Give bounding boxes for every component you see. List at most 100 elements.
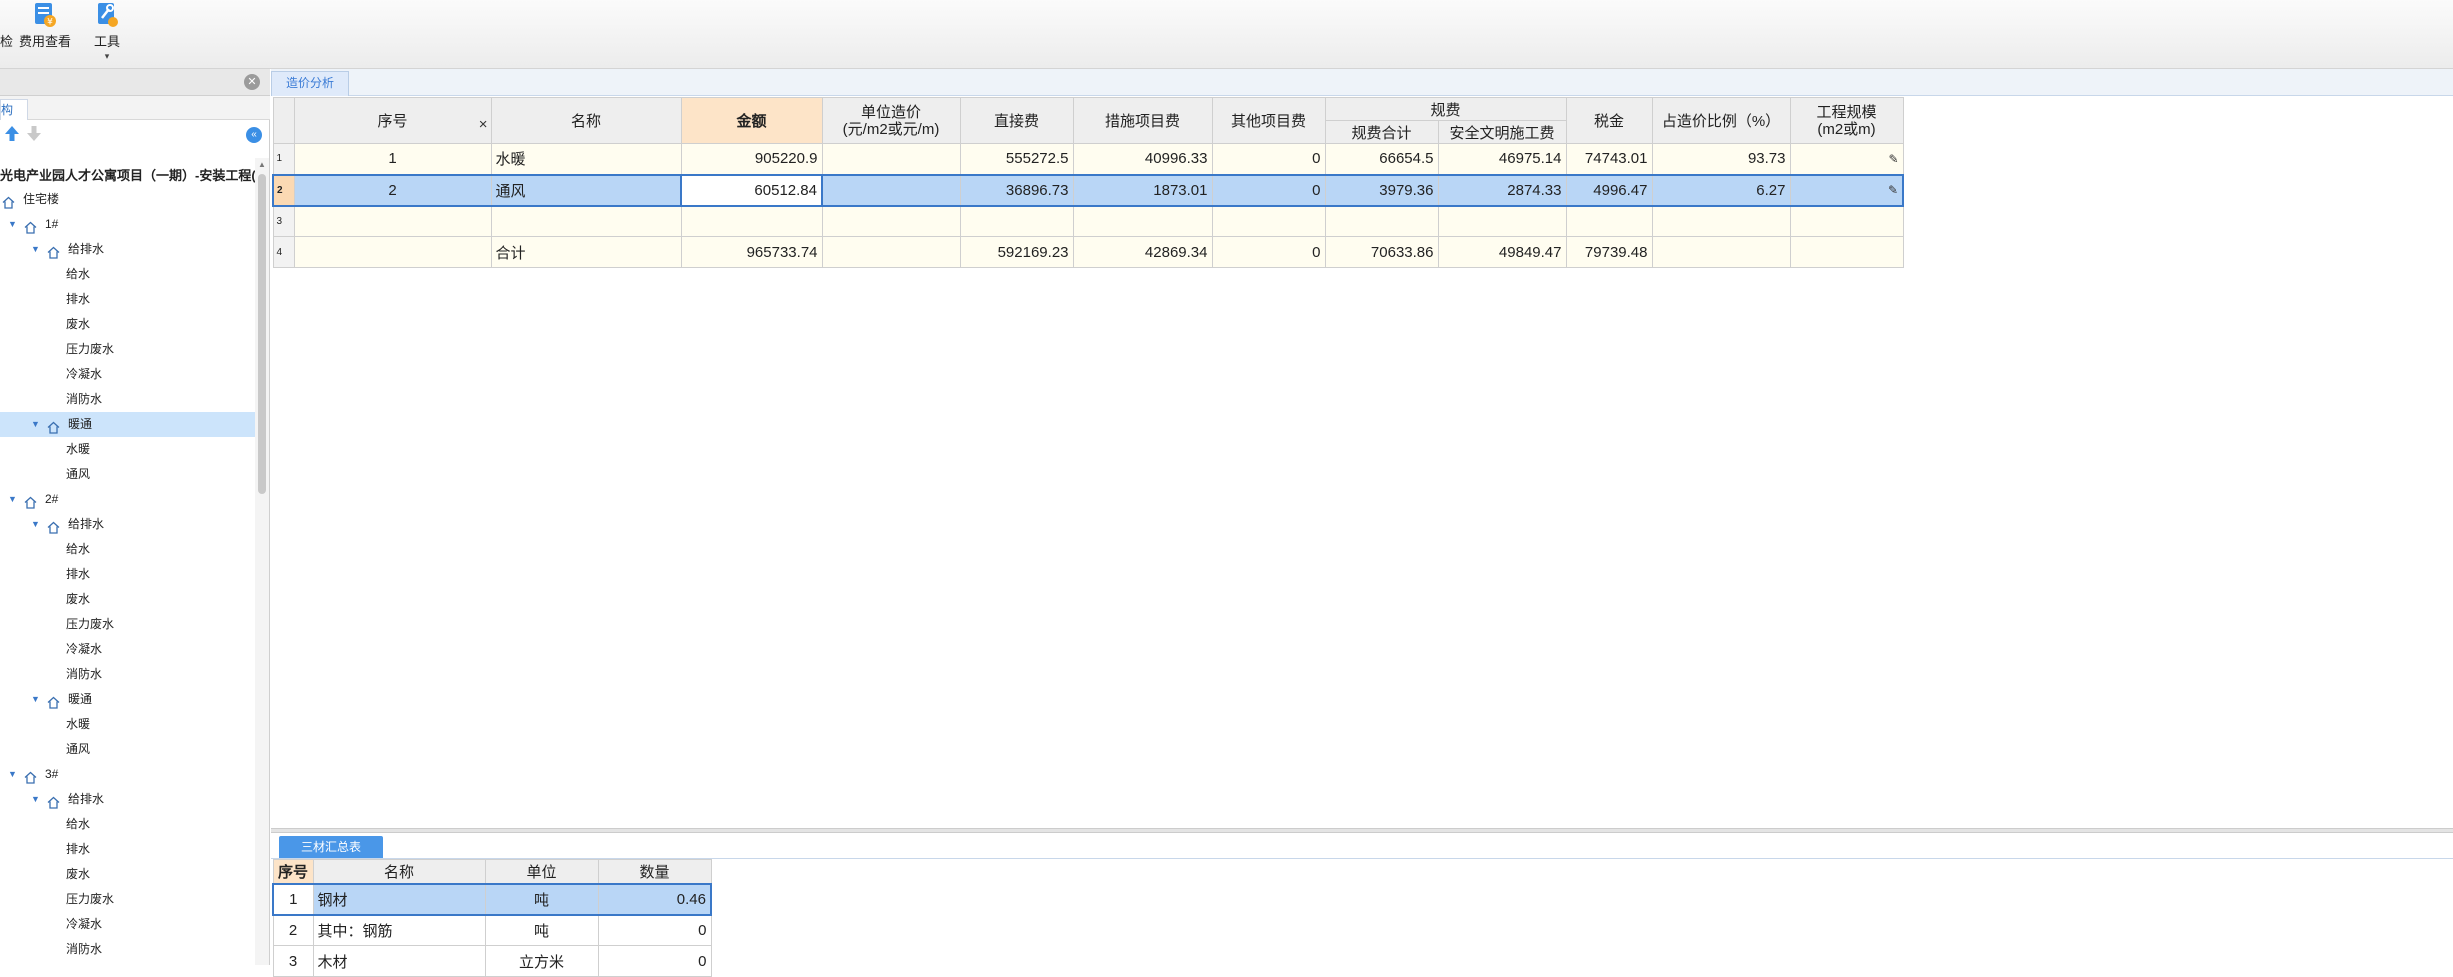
check-button[interactable]: 检 <box>0 28 13 50</box>
cell-other[interactable] <box>1211 205 1326 237</box>
cell-name[interactable] <box>490 205 682 237</box>
cell-safety[interactable] <box>1437 205 1567 237</box>
cell-scale[interactable]: ✎ <box>1789 173 1904 207</box>
header-ratio[interactable]: 占造价比例（%） <box>1651 97 1791 144</box>
tree-node[interactable]: 给水 <box>0 262 256 287</box>
cell-safety[interactable]: 46975.14 <box>1437 143 1567 175</box>
tree-node[interactable]: 通风 <box>0 462 256 487</box>
tree-node[interactable]: 压力废水 <box>0 337 256 362</box>
mat-cell-name[interactable]: 木材 <box>312 945 486 977</box>
tree-node[interactable]: 冷凝水 <box>0 637 256 662</box>
tree-node[interactable]: 排水 <box>0 562 256 587</box>
cell-tax[interactable]: 4996.47 <box>1565 173 1653 207</box>
fee-view-button[interactable]: ¥ 费用查看 <box>19 2 71 50</box>
close-column-icon[interactable]: × <box>479 116 488 133</box>
cell-seq[interactable] <box>293 205 492 237</box>
row-number[interactable]: 2 <box>272 173 295 207</box>
tree-node[interactable]: 水暖 <box>0 437 256 462</box>
expand-toggle-icon[interactable]: ▼ <box>31 512 40 537</box>
move-down-icon[interactable] <box>26 125 42 142</box>
cell-measures[interactable]: 40996.33 <box>1072 143 1213 175</box>
tree-scrollbar[interactable]: ▲ <box>255 158 269 965</box>
cell-scale[interactable] <box>1789 236 1904 268</box>
close-panel-icon[interactable]: ✕ <box>244 74 260 90</box>
header-direct[interactable]: 直接费 <box>959 97 1074 144</box>
expand-toggle-icon[interactable]: ▼ <box>31 412 40 437</box>
cell-name[interactable]: 通风 <box>490 173 682 207</box>
tools-dropdown-icon[interactable]: ▾ <box>105 52 110 61</box>
header-unit-cost[interactable]: 单位造价 (元/m2或元/m) <box>821 97 961 144</box>
tree-node[interactable]: 水暖 <box>0 712 256 737</box>
tree-node[interactable]: 废水 <box>0 587 256 612</box>
tree-node[interactable]: 冷凝水 <box>0 912 256 937</box>
cell-reg-total[interactable]: 66654.5 <box>1324 143 1439 175</box>
cell-ratio[interactable] <box>1651 236 1791 268</box>
header-tax[interactable]: 税金 <box>1565 97 1653 144</box>
tree-node[interactable]: 给水 <box>0 537 256 562</box>
mat-cell-name[interactable]: 其中：钢筋 <box>312 914 486 946</box>
mat-cell-unit[interactable]: 吨 <box>484 882 599 916</box>
mat-cell-unit[interactable]: 立方米 <box>484 945 599 977</box>
cell-reg-total[interactable] <box>1324 205 1439 237</box>
tree-node[interactable]: 通风 <box>0 737 256 762</box>
cell-amount[interactable]: 965733.74 <box>680 236 823 268</box>
tree-node[interactable]: 压力废水 <box>0 887 256 912</box>
cell-ratio[interactable] <box>1651 205 1791 237</box>
cell-amount[interactable]: 60512.84 <box>680 173 823 207</box>
cell-reg-total[interactable]: 70633.86 <box>1324 236 1439 268</box>
table-row[interactable]: 1 1 水暖 905220.9 555272.5 40996.33 0 66654.5 4697… <box>272 143 1904 175</box>
header-seq[interactable]: 序号 × <box>293 97 492 144</box>
tree-node[interactable]: ▼ 给排水 <box>0 512 256 537</box>
tree-node[interactable]: 压力废水 <box>0 612 256 637</box>
tree-node[interactable]: 住宅楼 <box>0 187 256 212</box>
collapse-all-icon[interactable]: « <box>246 127 262 143</box>
mat-cell-qty[interactable]: 0 <box>597 945 712 977</box>
mat-header-qty[interactable]: 数量 <box>597 859 712 884</box>
tree-node[interactable]: 排水 <box>0 287 256 312</box>
panel-splitter[interactable] <box>271 828 2453 833</box>
mat-header-name[interactable]: 名称 <box>312 859 486 884</box>
cell-measures[interactable] <box>1072 205 1213 237</box>
mat-cell-seq[interactable]: 2 <box>272 914 314 946</box>
cell-safety[interactable]: 2874.33 <box>1437 173 1567 207</box>
expand-toggle-icon[interactable]: ▼ <box>8 212 17 237</box>
expand-toggle-icon[interactable]: ▼ <box>31 787 40 812</box>
tab-material-summary[interactable]: 三材汇总表 <box>279 836 383 858</box>
cell-direct[interactable]: 36896.73 <box>959 173 1074 207</box>
tree-node[interactable]: 废水 <box>0 862 256 887</box>
tree-node[interactable]: ▼ 3# <box>0 762 256 787</box>
header-amount[interactable]: 金额 <box>680 97 823 144</box>
mat-cell-seq[interactable]: 3 <box>272 945 314 977</box>
scroll-up-icon[interactable]: ▲ <box>258 160 266 169</box>
mat-header-seq[interactable]: 序号 <box>272 859 314 884</box>
header-name[interactable]: 名称 <box>490 97 682 144</box>
header-safety[interactable]: 安全文明施工费 <box>1437 120 1567 144</box>
cell-unit-cost[interactable] <box>821 236 961 268</box>
header-measures[interactable]: 措施项目费 <box>1072 97 1213 144</box>
cell-direct[interactable]: 555272.5 <box>959 143 1074 175</box>
tree-node[interactable]: 消防水 <box>0 387 256 412</box>
mat-cell-unit[interactable]: 吨 <box>484 914 599 946</box>
mat-cell-seq[interactable]: 1 <box>272 882 314 916</box>
table-row[interactable]: 3 木材 立方米 0 <box>272 945 712 977</box>
mat-cell-qty[interactable]: 0.46 <box>597 882 712 916</box>
cell-unit-cost[interactable] <box>821 173 961 207</box>
cell-name[interactable]: 水暖 <box>490 143 682 175</box>
cell-ratio[interactable]: 93.73 <box>1651 143 1791 175</box>
move-up-icon[interactable] <box>4 125 20 142</box>
row-number[interactable]: 3 <box>272 205 295 237</box>
table-row[interactable]: 2 2 通风 60512.84 36896.73 1873.01 0 3979.36 2874.… <box>272 173 1904 207</box>
header-regulation[interactable]: 规费 <box>1324 97 1567 121</box>
cell-other[interactable]: 0 <box>1211 173 1326 207</box>
table-row[interactable]: 3 <box>272 205 1904 237</box>
cell-direct[interactable] <box>959 205 1074 237</box>
cell-tax[interactable]: 79739.48 <box>1565 236 1653 268</box>
tab-structure[interactable]: 构 <box>0 99 28 120</box>
row-number[interactable]: 4 <box>272 236 295 268</box>
cell-safety[interactable]: 49849.47 <box>1437 236 1567 268</box>
cell-scale[interactable]: ✎ <box>1789 143 1904 175</box>
cell-unit-cost[interactable] <box>821 205 961 237</box>
table-row[interactable]: 1 钢材吨 0.46 <box>272 882 712 916</box>
mat-cell-qty[interactable]: 0 <box>597 914 712 946</box>
mat-cell-name[interactable]: 钢材 <box>312 882 486 916</box>
